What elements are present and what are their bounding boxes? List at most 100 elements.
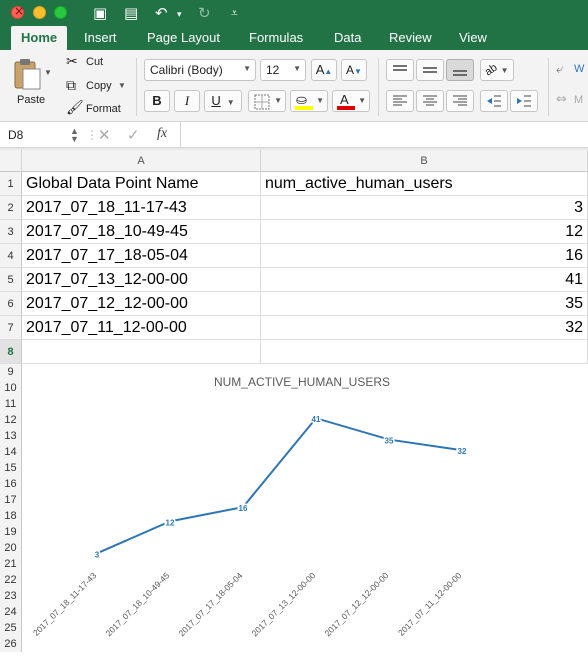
row-header[interactable]: 18 bbox=[0, 508, 22, 524]
tab-review[interactable]: Review bbox=[389, 26, 432, 50]
column-header-a[interactable]: A bbox=[22, 150, 261, 172]
align-bottom-button[interactable] bbox=[446, 59, 474, 81]
close-window-button[interactable] bbox=[11, 4, 24, 19]
save-icon[interactable]: ▤ bbox=[124, 4, 138, 22]
row-header[interactable]: 1 bbox=[0, 172, 22, 196]
cell-b[interactable]: 32 bbox=[261, 316, 588, 340]
row-header[interactable]: 21 bbox=[0, 556, 22, 572]
row-header[interactable]: 8 bbox=[0, 340, 22, 364]
sidebar-toggle-icon[interactable]: ▣ bbox=[93, 4, 107, 22]
row-header[interactable]: 24 bbox=[0, 604, 22, 620]
redo-icon[interactable]: ↻ bbox=[198, 4, 211, 22]
cell-b[interactable]: 35 bbox=[261, 292, 588, 316]
category-label: 2017_07_18_10-49-45 bbox=[104, 570, 172, 638]
row-header[interactable]: 11 bbox=[0, 396, 22, 412]
merge-cells-icon[interactable]: ⇔ bbox=[556, 92, 567, 107]
font-name-dropdown[interactable]: Calibri (Body) ▼ bbox=[144, 59, 256, 81]
row-header[interactable]: 2 bbox=[0, 196, 22, 220]
row-header[interactable]: 19 bbox=[0, 524, 22, 540]
tab-insert[interactable]: Insert bbox=[84, 26, 117, 50]
italic-button[interactable]: I bbox=[174, 90, 200, 112]
bold-button[interactable]: B bbox=[144, 90, 170, 112]
scissors-icon[interactable]: ✂ bbox=[66, 54, 78, 70]
name-box-stepper-icon[interactable]: ▲ ▼ bbox=[70, 127, 79, 144]
align-left-button[interactable] bbox=[386, 90, 414, 112]
row-header[interactable]: 6 bbox=[0, 292, 22, 316]
format-painter-button[interactable]: Format bbox=[86, 103, 121, 115]
fill-color-button[interactable]: ⛀ ▼ bbox=[290, 90, 328, 112]
cell-a[interactable]: 2017_07_11_12-00-00 bbox=[22, 316, 261, 340]
wrap-text-icon[interactable]: ⤶ bbox=[556, 62, 563, 77]
tab-view[interactable]: View bbox=[459, 26, 487, 50]
copy-dropdown-icon[interactable]: ▼ bbox=[118, 81, 126, 90]
decrease-indent-button[interactable] bbox=[480, 90, 508, 112]
cell-a[interactable]: 2017_07_12_12-00-00 bbox=[22, 292, 261, 316]
tab-formulas[interactable]: Formulas bbox=[249, 26, 303, 50]
row-header[interactable]: 4 bbox=[0, 244, 22, 268]
row-header[interactable]: 12 bbox=[0, 412, 22, 428]
row-header[interactable]: 14 bbox=[0, 444, 22, 460]
row-header[interactable]: 10 bbox=[0, 380, 22, 396]
font-color-button[interactable]: A ▼ bbox=[332, 90, 370, 112]
row-header[interactable]: 23 bbox=[0, 588, 22, 604]
zoom-window-button[interactable] bbox=[54, 6, 67, 19]
cell-a[interactable]: 2017_07_17_18-05-04 bbox=[22, 244, 261, 268]
paste-dropdown-icon[interactable]: ▼ bbox=[44, 68, 52, 77]
check-icon[interactable]: ✓ bbox=[127, 125, 140, 145]
tab-page-layout[interactable]: Page Layout bbox=[147, 26, 220, 50]
row-header[interactable]: 9 bbox=[0, 364, 22, 380]
increase-font-size-button[interactable]: A▲ bbox=[311, 59, 337, 81]
increase-indent-button[interactable] bbox=[510, 90, 538, 112]
row-header[interactable]: 13 bbox=[0, 428, 22, 444]
row-header[interactable]: 20 bbox=[0, 540, 22, 556]
cut-button[interactable]: Cut bbox=[86, 56, 103, 68]
align-middle-button[interactable] bbox=[416, 59, 444, 81]
copy-icon[interactable]: ⧉ bbox=[66, 78, 76, 94]
row-header[interactable]: 22 bbox=[0, 572, 22, 588]
row-header[interactable]: 15 bbox=[0, 460, 22, 476]
row-header[interactable]: 25 bbox=[0, 620, 22, 636]
row-header[interactable]: 3 bbox=[0, 220, 22, 244]
tab-data[interactable]: Data bbox=[334, 26, 361, 50]
cell-a[interactable]: 2017_07_18_10-49-45 bbox=[22, 220, 261, 244]
row-header[interactable]: 17 bbox=[0, 492, 22, 508]
insert-function-icon[interactable]: fx bbox=[157, 124, 167, 144]
cell-a[interactable]: Global Data Point Name bbox=[22, 172, 261, 196]
undo-icon[interactable]: ↶ bbox=[155, 4, 168, 22]
cell-b[interactable]: 16 bbox=[261, 244, 588, 268]
orientation-button[interactable]: ab▼ bbox=[480, 59, 514, 81]
cell-b[interactable] bbox=[261, 340, 588, 364]
row-header[interactable]: 7 bbox=[0, 316, 22, 340]
tab-home[interactable]: Home bbox=[11, 26, 68, 50]
cell-b[interactable]: 12 bbox=[261, 220, 588, 244]
column-header-b[interactable]: B bbox=[261, 150, 588, 172]
cell-a[interactable]: 2017_07_18_11-17-43 bbox=[22, 196, 261, 220]
row-header[interactable]: 5 bbox=[0, 268, 22, 292]
undo-dropdown-icon[interactable]: ▾ bbox=[177, 6, 182, 24]
borders-button[interactable]: ▼ bbox=[248, 90, 286, 112]
font-size-dropdown[interactable]: 12 ▼ bbox=[260, 59, 306, 81]
cell-a[interactable]: 2017_07_13_12-00-00 bbox=[22, 268, 261, 292]
cell-b[interactable]: num_active_human_users bbox=[261, 172, 588, 196]
row-header[interactable]: 26 bbox=[0, 636, 22, 652]
format-painter-icon[interactable]: 🖌 bbox=[66, 100, 84, 116]
customize-toolbar-icon[interactable]: ⩡ bbox=[231, 4, 238, 22]
formula-input[interactable] bbox=[186, 125, 581, 145]
underline-button[interactable]: U ▼ bbox=[204, 90, 242, 112]
cell-b[interactable]: 41 bbox=[261, 268, 588, 292]
row-header[interactable]: 16 bbox=[0, 476, 22, 492]
decrease-font-size-button[interactable]: A▼ bbox=[341, 59, 367, 81]
select-all-corner[interactable] bbox=[0, 150, 22, 172]
align-top-button[interactable] bbox=[386, 59, 414, 81]
align-right-button[interactable] bbox=[446, 90, 474, 112]
align-center-button[interactable] bbox=[416, 90, 444, 112]
series-line[interactable] bbox=[96, 417, 463, 555]
paste-button[interactable]: ▼ Paste bbox=[8, 54, 54, 114]
align-right-icon bbox=[453, 95, 467, 106]
minimize-window-button[interactable] bbox=[33, 6, 46, 19]
cancel-icon[interactable]: ✕ bbox=[98, 125, 111, 145]
line-chart[interactable]: NUM_ACTIVE_HUMAN_USERS 3 2017_07_18_11-17-… bbox=[22, 364, 588, 654]
cell-a[interactable] bbox=[22, 340, 261, 364]
copy-button[interactable]: Copy bbox=[86, 80, 112, 92]
cell-b[interactable]: 3 bbox=[261, 196, 588, 220]
